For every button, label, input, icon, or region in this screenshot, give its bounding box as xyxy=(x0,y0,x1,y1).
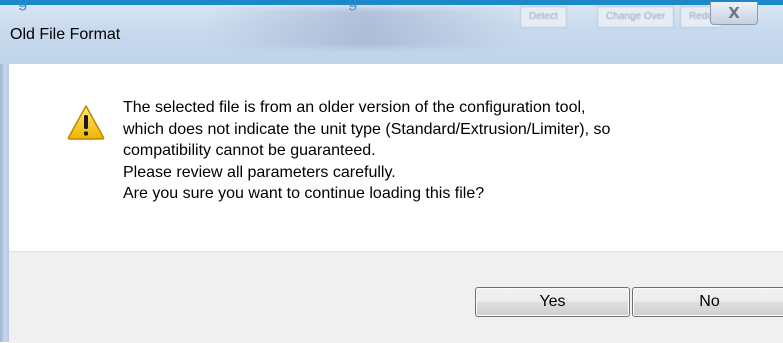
dialog-title: Old File Format xyxy=(10,26,121,43)
window-frame-edge xyxy=(0,64,9,342)
message-line: The selected file is from an older versi… xyxy=(123,99,586,116)
message-line: Please review all parameters carefully. xyxy=(123,163,396,181)
message-line: which does not indicate the unit type (S… xyxy=(123,120,611,138)
background-window-banner xyxy=(0,0,783,5)
background-tab: Change Over xyxy=(597,6,675,28)
no-button-label: No xyxy=(699,293,720,310)
dialog-message: The selected file is from an older versi… xyxy=(123,97,773,205)
background-tab: Detect xyxy=(520,6,567,28)
close-icon: X xyxy=(728,4,740,22)
close-button[interactable]: X xyxy=(710,2,758,25)
no-button[interactable]: No xyxy=(632,287,783,317)
background-blur xyxy=(215,8,515,48)
yes-button-label: Yes xyxy=(539,293,566,310)
dialog-content: The selected file is from an older versi… xyxy=(9,64,783,251)
dialog-button-bar: Yes No xyxy=(9,251,783,343)
dialog-titlebar[interactable]: g g Detect Change Over Redo Old File For… xyxy=(0,0,783,64)
message-line: Are you sure you want to continue loadin… xyxy=(123,185,485,202)
warning-icon xyxy=(67,105,105,140)
message-line: compatibility cannot be guaranteed. xyxy=(123,142,376,159)
background-text-fragment: g xyxy=(18,0,28,11)
yes-button[interactable]: Yes xyxy=(475,287,630,317)
